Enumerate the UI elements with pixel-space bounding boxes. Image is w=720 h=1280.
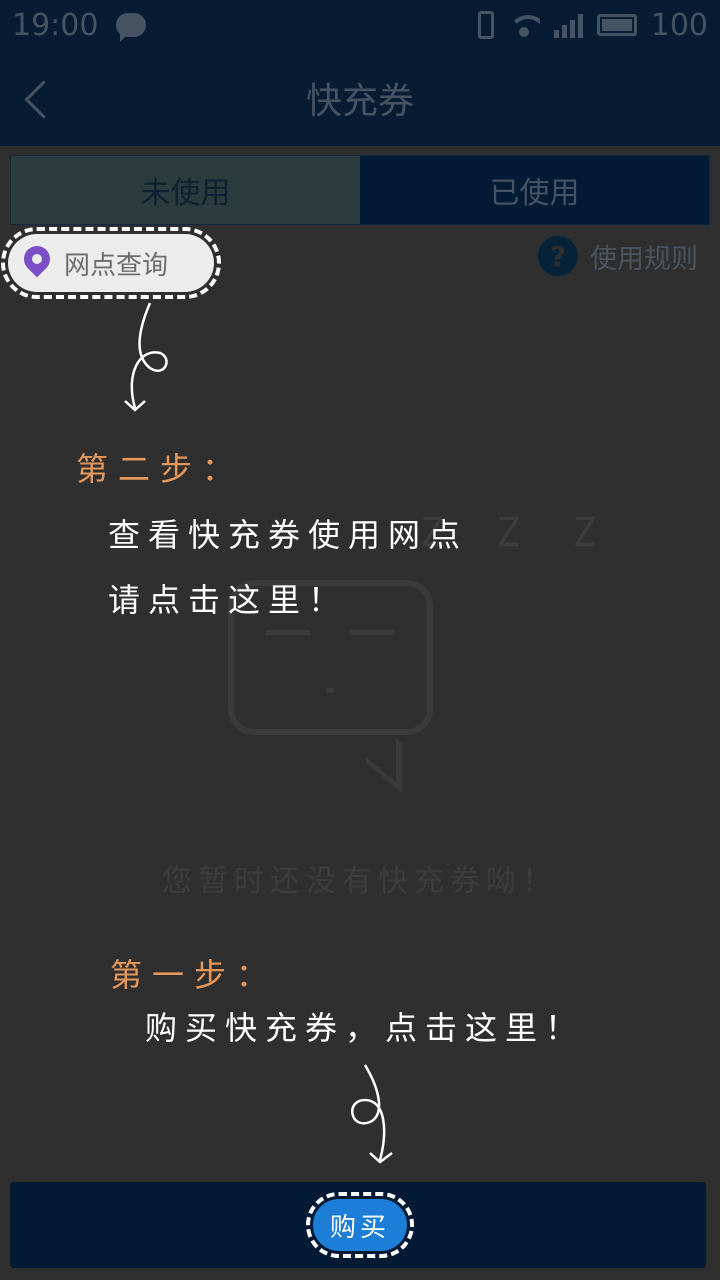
screen: 19:00 100 快充券 未使用 已使用 网点查询 ? 使用规则 Z Z Z … (0, 0, 720, 1280)
question-icon: ? (538, 236, 578, 276)
buy-button[interactable]: 购买 (306, 1192, 414, 1258)
usage-rules-link[interactable]: ? 使用规则 (538, 236, 698, 276)
tab-bar: 未使用 已使用 (10, 155, 710, 225)
wechat-icon (116, 13, 147, 42)
battery-icon (596, 14, 637, 36)
battery-level: 100 (650, 7, 708, 43)
signal-icon (553, 12, 583, 38)
curly-arrow-icon (124, 302, 168, 412)
status-time: 19:00 (12, 7, 99, 43)
outlet-search-button[interactable]: 网点查询 (1, 227, 221, 299)
tab-unused[interactable]: 未使用 (11, 156, 360, 224)
outlet-search-label: 网点查询 (64, 250, 169, 281)
step-one-line: 购买快充券，点击这里！ (145, 1009, 586, 1047)
status-icons: 100 (477, 7, 708, 43)
usage-rules-label: 使用规则 (590, 243, 698, 275)
vibrate-icon (477, 11, 494, 39)
page-title: 快充券 (305, 81, 414, 122)
empty-state-message: 您暂时还没有快充券呦！ (162, 864, 558, 899)
step-two-line-1: 查看快充券使用网点 (108, 516, 469, 554)
tab-used[interactable]: 已使用 (360, 156, 709, 224)
status-bar: 19:00 100 (0, 0, 720, 50)
header: 快充券 (0, 50, 720, 146)
wifi-icon (507, 13, 540, 37)
step-two-line-2: 请点击这里！ (108, 581, 349, 619)
step-one-title: 第一步： (110, 956, 279, 994)
location-pin-icon (24, 246, 50, 280)
back-button[interactable] (22, 80, 52, 120)
step-two-title: 第二步： (76, 450, 245, 488)
curly-arrow-icon (351, 1064, 393, 1164)
